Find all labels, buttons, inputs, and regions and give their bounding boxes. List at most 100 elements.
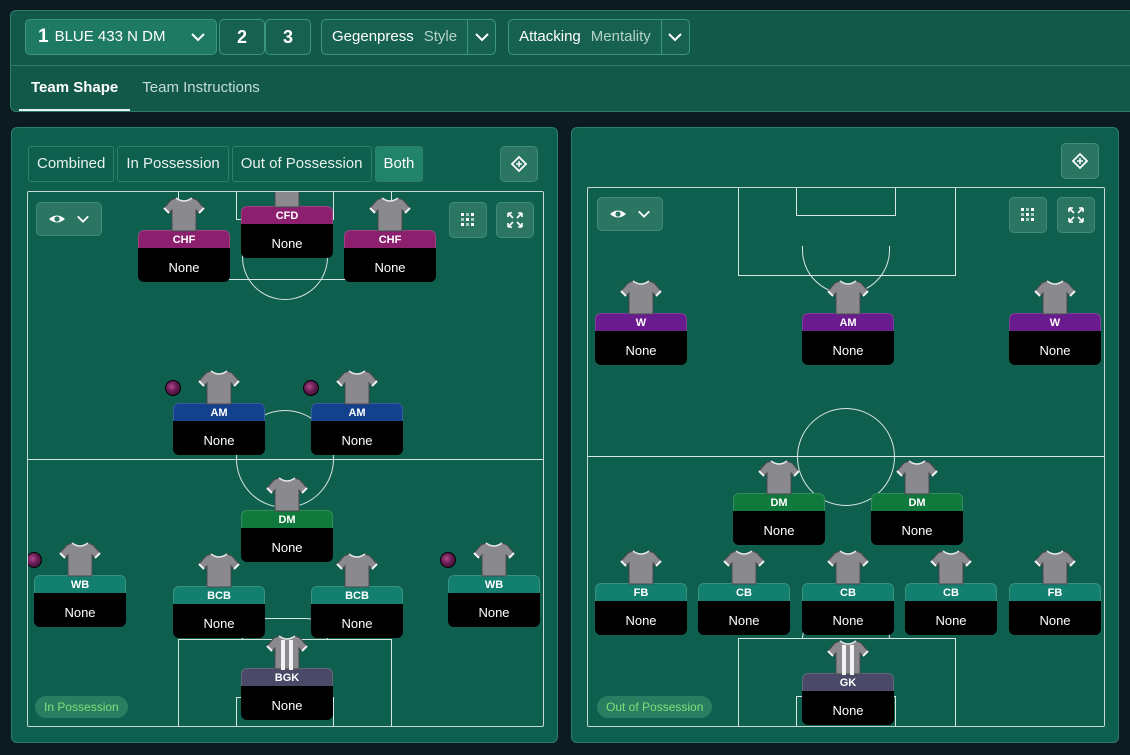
tactic-name: BLUE 433 N DM — [54, 28, 166, 45]
player-card-cfd[interactable]: CFD None — [241, 192, 333, 258]
ball-icon — [165, 380, 181, 396]
chevron-down-icon — [77, 215, 89, 223]
player-card-bcb[interactable]: BCB None — [173, 553, 265, 638]
visibility-toggle[interactable] — [36, 202, 102, 236]
shirt-icon — [620, 280, 662, 315]
tactic-slot-2-button[interactable]: 2 — [219, 19, 265, 55]
player-card-chf[interactable]: CHF None — [344, 197, 436, 282]
expand-button[interactable] — [1057, 197, 1095, 233]
chevron-down-icon — [638, 210, 650, 218]
tactic-select[interactable]: 1 BLUE 433 N DM — [25, 19, 217, 55]
player-role: CB — [698, 583, 790, 601]
view-tab-combined[interactable]: Combined — [28, 146, 115, 182]
shirt-icon — [827, 550, 869, 585]
tactics-board-button[interactable] — [1061, 143, 1099, 179]
player-role: BCB — [311, 586, 403, 604]
player-card-wb[interactable]: WB None — [28, 542, 126, 627]
player-role: BCB — [173, 586, 265, 604]
player-card-gk[interactable]: GK None — [802, 640, 894, 725]
player-name: None — [448, 593, 540, 627]
in-possession-panel: Combined In Possession Out of Possession… — [11, 127, 558, 743]
mentality-select[interactable]: Attacking Mentality — [508, 19, 690, 55]
player-card-w[interactable]: W None — [1009, 280, 1101, 365]
shirt-icon — [198, 553, 240, 588]
player-name: None — [871, 511, 963, 545]
player-role: DM — [241, 510, 333, 528]
visibility-toggle[interactable] — [597, 197, 663, 231]
tactics-board-icon — [510, 155, 528, 173]
player-card-bgk[interactable]: BGK None — [241, 635, 333, 720]
tab-team-instructions[interactable]: Team Instructions — [130, 66, 272, 111]
player-card-fb[interactable]: FB None — [1009, 550, 1101, 635]
player-role: CHF — [344, 230, 436, 248]
player-card-cb[interactable]: CB None — [905, 550, 997, 635]
view-tab-out-of-possession[interactable]: Out of Possession — [231, 146, 372, 182]
tactic-number: 1 — [38, 26, 49, 47]
eye-icon — [610, 210, 626, 218]
chevron-down-icon — [180, 20, 216, 54]
player-name: None — [138, 248, 230, 282]
out-of-possession-panel: Out of Possession W None AM None W None DM None… — [571, 127, 1119, 743]
chevron-down-icon — [467, 20, 495, 54]
ball-icon — [440, 552, 456, 568]
player-card-dm[interactable]: DM None — [733, 460, 825, 545]
player-role: DM — [871, 493, 963, 511]
player-card-dm[interactable]: DM None — [241, 477, 333, 562]
player-card-w[interactable]: W None — [595, 280, 687, 365]
shirt-icon — [336, 553, 378, 588]
player-card-chf[interactable]: CHF None — [138, 197, 230, 282]
player-name: None — [1009, 601, 1101, 635]
player-role: CHF — [138, 230, 230, 248]
shirt-icon — [896, 460, 938, 495]
style-select[interactable]: Gegenpress Style — [321, 19, 497, 55]
shirt-icon — [336, 370, 378, 405]
tactic-slot-3-button[interactable]: 3 — [265, 19, 311, 55]
player-name: None — [241, 528, 333, 562]
player-role: WB — [34, 575, 126, 593]
phase-label: In Possession — [35, 696, 128, 718]
shirt-icon — [266, 477, 308, 512]
player-role: AM — [802, 313, 894, 331]
player-name: None — [802, 691, 894, 725]
shirt-icon — [59, 542, 101, 577]
player-name: None — [311, 604, 403, 638]
player-card-am[interactable]: AM None — [802, 280, 894, 365]
player-card-am[interactable]: AM None — [165, 370, 265, 455]
view-tab-both[interactable]: Both — [374, 146, 424, 182]
ball-icon — [303, 380, 319, 396]
player-card-bcb[interactable]: BCB None — [311, 553, 403, 638]
shirt-icon — [723, 550, 765, 585]
shirt-icon — [473, 542, 515, 577]
mentality-value: Attacking — [519, 28, 581, 45]
player-name: None — [241, 686, 333, 720]
shirt-icon — [620, 550, 662, 585]
shirt-icon — [163, 197, 205, 232]
view-tab-in-possession[interactable]: In Possession — [117, 146, 229, 182]
player-name: None — [34, 593, 126, 627]
player-name: None — [311, 421, 403, 455]
tab-team-shape[interactable]: Team Shape — [19, 66, 131, 111]
player-role: AM — [173, 403, 265, 421]
player-role: BGK — [241, 668, 333, 686]
shirt-icon — [758, 460, 800, 495]
tactics-board-icon — [1071, 152, 1089, 170]
player-role: CB — [905, 583, 997, 601]
centre-circle — [797, 408, 895, 506]
player-role: AM — [311, 403, 403, 421]
player-name: None — [802, 331, 894, 365]
shirt-icon — [198, 370, 240, 405]
style-value: Gegenpress — [332, 28, 414, 45]
player-card-cb[interactable]: CB None — [802, 550, 894, 635]
player-card-fb[interactable]: FB None — [595, 550, 687, 635]
grid-icon — [1021, 208, 1034, 221]
player-card-dm[interactable]: DM None — [871, 460, 963, 545]
chevron-down-icon — [660, 20, 689, 54]
grid-button[interactable] — [449, 202, 487, 238]
expand-button[interactable] — [496, 202, 534, 238]
player-card-wb[interactable]: WB None — [440, 542, 540, 627]
player-card-am[interactable]: AM None — [303, 370, 403, 455]
tactics-board-button[interactable] — [500, 146, 538, 182]
grid-button[interactable] — [1009, 197, 1047, 233]
player-card-cb[interactable]: CB None — [698, 550, 790, 635]
player-name: None — [173, 604, 265, 638]
